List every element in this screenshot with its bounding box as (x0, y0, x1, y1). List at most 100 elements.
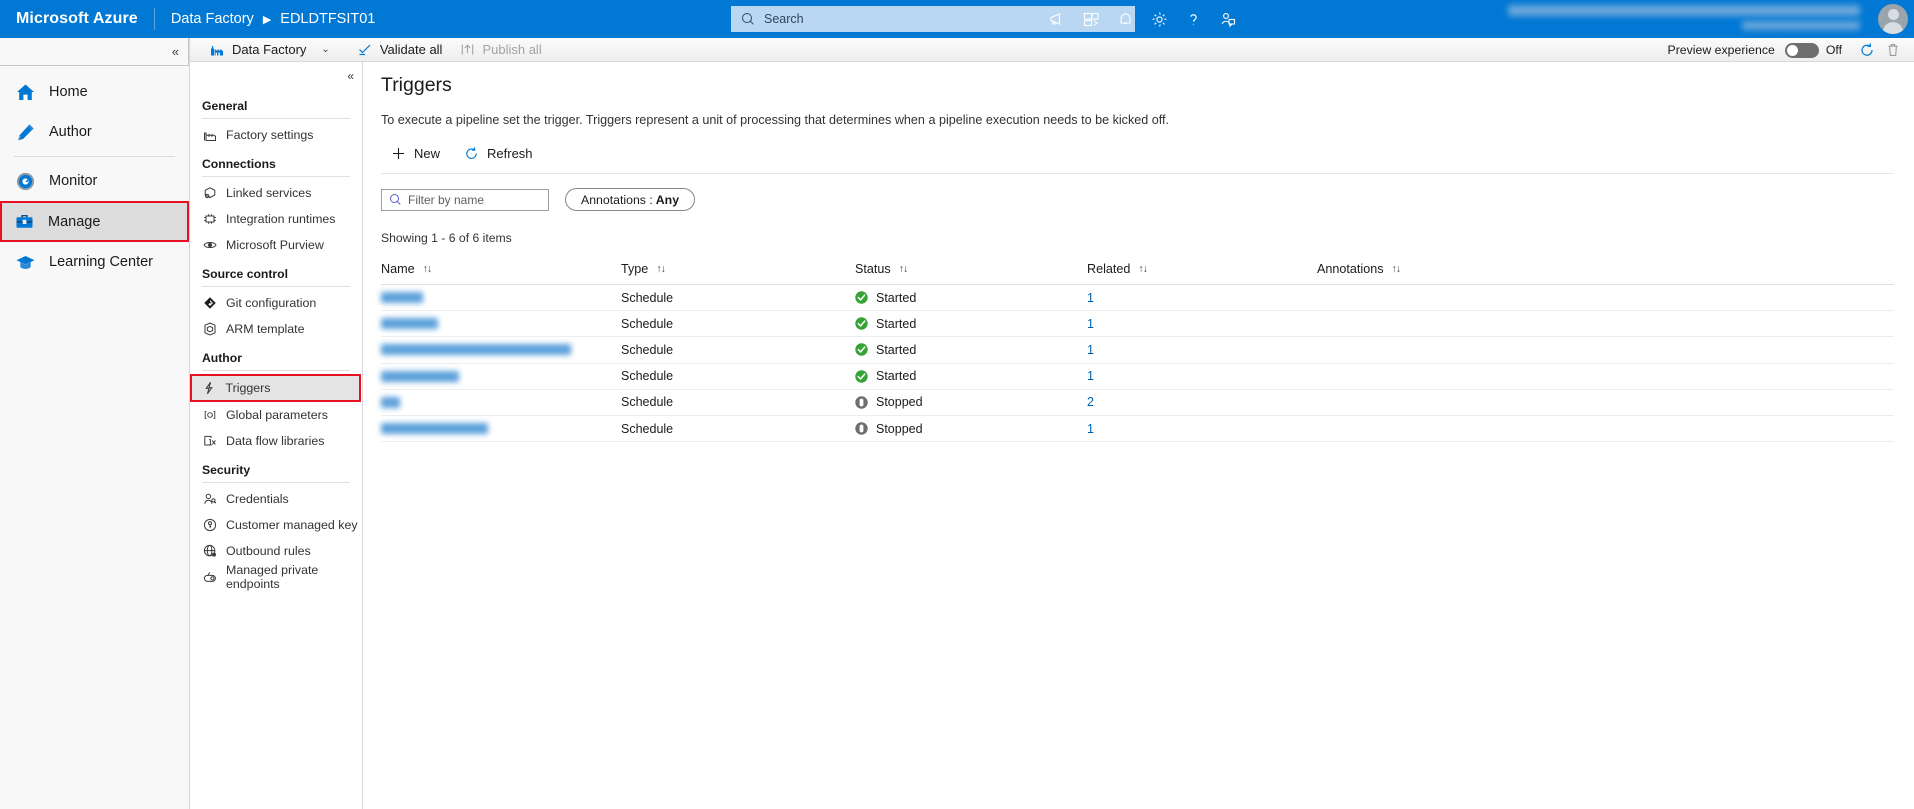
panel-group-rule (202, 370, 350, 371)
triggers-action-bar: New Refresh (381, 127, 1894, 173)
panel-item-outbound-rules[interactable]: Outbound rules (190, 538, 362, 564)
filter-by-name-input[interactable]: Filter by name (381, 188, 549, 211)
panel-item-credentials[interactable]: Credentials (190, 486, 362, 512)
table-row[interactable]: Schedule Started 1 (381, 337, 1894, 364)
panel-group-title-general: General (202, 99, 248, 113)
related-count-link[interactable]: 1 (1087, 317, 1094, 331)
leftnav-collapse-button[interactable]: « (0, 38, 189, 66)
panel-item-git-configuration[interactable]: Git configuration (190, 290, 362, 316)
column-header-status[interactable]: Status ↑↓ (855, 262, 1087, 276)
command-bar: Data Factory ⌄ Validate all Publish all … (190, 38, 1914, 62)
help-question-icon[interactable] (1176, 0, 1210, 38)
azure-header-icons (1040, 0, 1244, 38)
table-row[interactable]: Schedule Stopped 1 (381, 416, 1894, 443)
status-badge: Stopped (876, 395, 923, 410)
validate-check-icon (357, 42, 373, 57)
cell-trigger-name[interactable] (381, 423, 621, 435)
notifications-bell-icon[interactable] (1108, 0, 1142, 38)
panel-item-linked-services[interactable]: Linked services (190, 180, 362, 206)
panel-collapse-button[interactable]: « (190, 62, 362, 90)
publish-all-button: Publish all (451, 38, 550, 62)
refresh-circle-icon[interactable] (1854, 38, 1880, 62)
breadcrumb-resource[interactable]: EDLDTFSIT01 (280, 11, 375, 27)
status-badge: Stopped (876, 421, 923, 436)
sidebar-item-learning-center[interactable]: Learning Center (0, 242, 189, 282)
sidebar-item-monitor[interactable]: Monitor (0, 161, 189, 201)
sidebar-item-author[interactable]: Author (0, 112, 189, 152)
avatar[interactable] (1878, 4, 1908, 34)
status-started-icon (855, 317, 868, 330)
purview-eye-icon (202, 238, 217, 253)
table-row[interactable]: Schedule Started 1 (381, 311, 1894, 338)
cell-trigger-related: 1 (1087, 369, 1317, 383)
panel-item-label: Credentials (226, 492, 289, 506)
panel-group-rule (202, 482, 350, 483)
new-trigger-button[interactable]: New (381, 141, 450, 166)
azure-brand-logo[interactable]: Microsoft Azure (0, 10, 138, 28)
cell-trigger-type: Schedule (621, 316, 674, 331)
trigger-name-redacted (381, 423, 488, 435)
panel-item-label: Global parameters (226, 408, 328, 422)
related-count-link[interactable]: 1 (1087, 291, 1094, 305)
panel-item-data-flow-libraries[interactable]: Data flow libraries (190, 428, 362, 454)
chevron-down-icon[interactable]: ⌄ (315, 44, 347, 55)
cell-trigger-name[interactable] (381, 344, 621, 356)
cell-trigger-related: 1 (1087, 317, 1317, 331)
panel-item-label: Microsoft Purview (226, 238, 324, 252)
breadcrumb-service[interactable]: Data Factory (171, 11, 254, 27)
user-tenant-redacted (1742, 21, 1860, 30)
trigger-name-redacted (381, 370, 459, 382)
cell-trigger-type: Schedule (621, 290, 674, 305)
user-account-info[interactable] (1508, 3, 1868, 35)
cell-trigger-name[interactable] (381, 370, 621, 382)
cell-trigger-name[interactable] (381, 318, 621, 330)
column-header-related[interactable]: Related ↑↓ (1087, 262, 1317, 276)
column-header-name[interactable]: Name ↑↓ (381, 262, 621, 276)
panel-item-microsoft-purview[interactable]: Microsoft Purview (190, 232, 362, 258)
table-row[interactable]: Schedule Stopped 2 (381, 390, 1894, 416)
cell-trigger-type: Schedule (621, 369, 674, 384)
lightning-bolt-icon (202, 381, 217, 396)
panel-item-label: Git configuration (226, 296, 317, 310)
data-factory-label: Data Factory (232, 42, 307, 57)
validate-all-button[interactable]: Validate all (348, 38, 452, 62)
refresh-triggers-button[interactable]: Refresh (454, 141, 543, 166)
feedback-icon[interactable] (1040, 0, 1074, 38)
trigger-name-redacted (381, 292, 423, 304)
panel-item-integration-runtimes[interactable]: Integration runtimes (190, 206, 362, 232)
sidebar-item-manage[interactable]: Manage (0, 201, 189, 242)
support-person-icon[interactable] (1210, 0, 1244, 38)
preview-experience-toggle[interactable] (1784, 42, 1819, 58)
cell-trigger-name[interactable] (381, 396, 621, 408)
sidebar-item-label-home: Home (49, 84, 88, 100)
column-header-type[interactable]: Type ↑↓ (621, 262, 855, 276)
table-row[interactable]: Schedule Started 1 (381, 285, 1894, 312)
panel-item-managed-private-endpoints[interactable]: Managed private endpoints (190, 563, 362, 591)
globe-outbound-icon (202, 544, 217, 559)
column-header-annotations[interactable]: Annotations ↑↓ (1317, 262, 1557, 276)
main-content: Triggers To execute a pipeline set the t… (364, 62, 1914, 809)
refresh-triggers-label: Refresh (487, 146, 533, 161)
data-factory-selector[interactable]: Data Factory (201, 38, 315, 62)
related-count-link[interactable]: 1 (1087, 343, 1094, 357)
annotations-filter-pill[interactable]: Annotations : Any (565, 188, 696, 211)
cell-trigger-related: 1 (1087, 422, 1317, 436)
status-badge: Started (876, 316, 917, 331)
related-count-link[interactable]: 1 (1087, 369, 1094, 383)
panel-item-factory-settings[interactable]: Factory settings (190, 122, 362, 148)
panel-item-arm-template[interactable]: ARM template (190, 316, 362, 342)
panel-item-triggers[interactable]: Triggers (190, 374, 361, 402)
table-row[interactable]: Schedule Started 1 (381, 364, 1894, 390)
settings-gear-icon[interactable] (1142, 0, 1176, 38)
trash-icon[interactable] (1880, 38, 1906, 62)
cloud-shell-icon[interactable] (1074, 0, 1108, 38)
panel-item-customer-managed-key[interactable]: Customer managed key (190, 512, 362, 538)
panel-item-global-parameters[interactable]: Global parameters (190, 402, 362, 428)
cell-trigger-name[interactable] (381, 292, 621, 304)
related-count-link[interactable]: 1 (1087, 422, 1094, 436)
sidebar-item-home[interactable]: Home (0, 72, 189, 112)
pencil-icon (14, 121, 36, 143)
panel-item-label: Customer managed key (226, 518, 358, 532)
page-description: To execute a pipeline set the trigger. T… (381, 113, 1170, 127)
related-count-link[interactable]: 2 (1087, 395, 1094, 409)
